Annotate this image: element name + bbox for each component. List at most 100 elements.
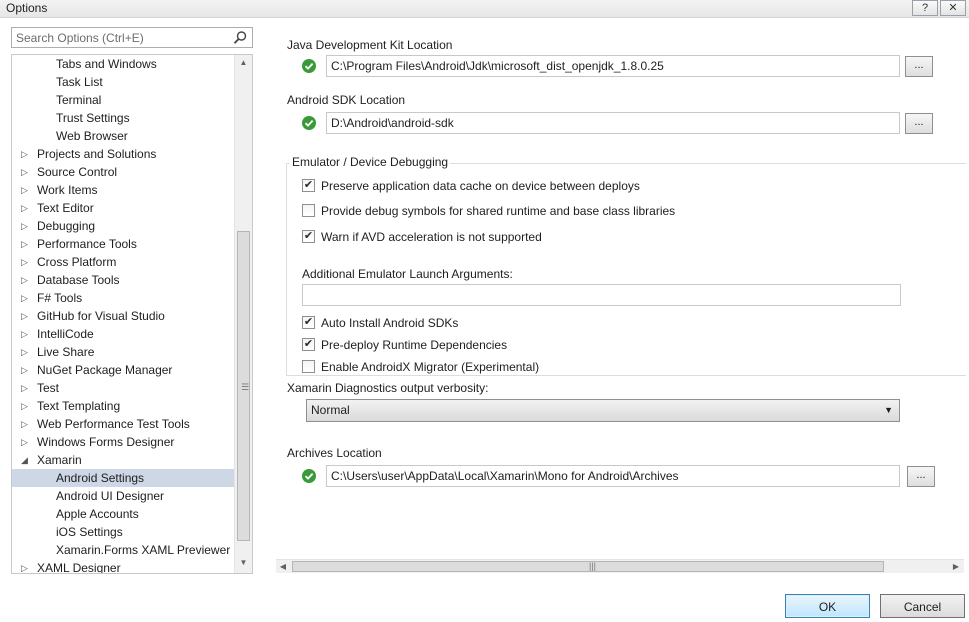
tree-item-label: GitHub for Visual Studio [37,309,165,323]
tree-item[interactable]: ◢ Xamarin [12,451,234,469]
collapsed-arrow-icon[interactable]: ▷ [21,289,31,307]
tree-item-label: Xamarin.Forms XAML Previewer [56,543,231,557]
options-tree: Tabs and Windows Task List Terminal Trust S… [11,54,253,574]
tree-item[interactable]: Task List [12,73,234,91]
collapsed-arrow-icon[interactable]: ▷ [21,343,31,361]
collapsed-arrow-icon[interactable]: ▷ [21,307,31,325]
window-title: Options [6,1,48,15]
tree-item-label: Web Browser [56,129,128,143]
tree-item[interactable]: ▷ F# Tools [12,289,234,307]
scroll-left-icon[interactable]: ◀ [276,560,290,573]
collapsed-arrow-icon[interactable]: ▷ [21,271,31,289]
tree-item-label: Android Settings [56,471,145,485]
tree-item[interactable]: ▷ XAML Designer [12,559,234,574]
tree-item[interactable]: ▷ IntelliCode [12,325,234,343]
collapsed-arrow-icon[interactable]: ▷ [21,199,31,217]
predeploy-runtime-checkbox[interactable]: ✔ [302,338,315,351]
tree-item[interactable]: ▷ Database Tools [12,271,234,289]
jdk-browse-button[interactable]: ... [905,56,933,77]
tree-item[interactable]: ▷ NuGet Package Manager [12,361,234,379]
tree-item[interactable]: Android Settings [12,469,234,487]
collapsed-arrow-icon[interactable]: ▷ [21,433,31,451]
tree-item[interactable]: ▷ Web Performance Test Tools [12,415,234,433]
tree-item[interactable]: Tabs and Windows [12,55,234,73]
tree-item-label: Projects and Solutions [37,147,157,161]
collapsed-arrow-icon[interactable]: ▷ [21,559,31,573]
collapsed-arrow-icon[interactable]: ▷ [21,235,31,253]
tree-item-label: Xamarin [37,453,82,467]
collapsed-arrow-icon[interactable]: ▷ [21,325,31,343]
collapsed-arrow-icon[interactable]: ▷ [21,379,31,397]
tree-item-label: Tabs and Windows [56,57,157,71]
archives-browse-button[interactable]: ... [907,466,935,487]
checkbox-label: Preserve application data cache on devic… [321,179,640,193]
collapsed-arrow-icon[interactable]: ▷ [21,397,31,415]
tree-item-label: Cross Platform [37,255,117,269]
collapsed-arrow-icon[interactable]: ▷ [21,361,31,379]
tree-item[interactable]: Android UI Designer [12,487,234,505]
cancel-button[interactable]: Cancel [880,594,965,618]
tree-item[interactable]: ▷ Text Templating [12,397,234,415]
tree-item-label: Source Control [37,165,118,179]
ok-button[interactable]: OK [785,594,870,618]
collapsed-arrow-icon[interactable]: ▷ [21,253,31,271]
scroll-right-icon[interactable]: ▶ [949,560,963,573]
content-horizontal-scrollbar[interactable]: ◀ ||| ▶ [276,559,964,573]
search-input[interactable] [12,28,226,47]
tree-item[interactable]: ▷ Windows Forms Designer [12,433,234,451]
search-icon[interactable] [232,30,248,46]
collapsed-arrow-icon[interactable]: ▷ [21,415,31,433]
tree-item[interactable]: ▷ Performance Tools [12,235,234,253]
valid-check-icon [302,59,316,73]
tree-item[interactable]: ▷ GitHub for Visual Studio [12,307,234,325]
expanded-arrow-icon[interactable]: ◢ [21,451,31,469]
emulator-group-title: Emulator / Device Debugging [290,155,451,169]
collapsed-arrow-icon[interactable]: ▷ [21,145,31,163]
scroll-up-icon[interactable]: ▲ [235,55,252,71]
tree-item[interactable]: ▷ Work Items [12,181,234,199]
scroll-thumb[interactable]: ☰ [237,231,250,541]
scroll-thumb[interactable]: ||| [292,561,884,572]
tree-item[interactable]: ▷ Projects and Solutions [12,145,234,163]
help-button[interactable]: ? [912,0,938,16]
androidx-migrator-checkbox[interactable] [302,360,315,373]
archives-path-field[interactable]: C:\Users\user\AppData\Local\Xamarin\Mono… [326,465,900,487]
scroll-down-icon[interactable]: ▼ [235,555,252,571]
tree-item[interactable]: ▷ Cross Platform [12,253,234,271]
tree-item[interactable]: ▷ Test [12,379,234,397]
sdk-path-field[interactable]: D:\Android\android-sdk [326,112,900,134]
tree-item-label: Windows Forms Designer [37,435,175,449]
diagnostics-verbosity-select[interactable]: Normal ▼ [306,399,900,422]
tree-item-label: F# Tools [37,291,83,305]
tree-item[interactable]: Web Browser [12,127,234,145]
tree-item-label: Text Templating [37,399,121,413]
tree-item[interactable]: Apple Accounts [12,505,234,523]
preserve-cache-checkbox[interactable]: ✔ [302,179,315,192]
tree-item-label: Test [37,381,60,395]
tree-item[interactable]: ▷ Live Share [12,343,234,361]
debug-symbols-checkbox[interactable] [302,204,315,217]
collapsed-arrow-icon[interactable]: ▷ [21,163,31,181]
warn-avd-checkbox[interactable]: ✔ [302,230,315,243]
jdk-location-label: Java Development Kit Location [287,38,453,52]
emulator-args-input[interactable] [302,284,901,306]
auto-install-sdks-checkbox[interactable]: ✔ [302,316,315,329]
tree-item[interactable]: ▷ Debugging [12,217,234,235]
tree-item-label: XAML Designer [37,561,121,574]
jdk-path-field[interactable]: C:\Program Files\Android\Jdk\microsoft_d… [326,55,900,77]
collapsed-arrow-icon[interactable]: ▷ [21,181,31,199]
tree-item[interactable]: ▷ Source Control [12,163,234,181]
select-value: Normal [311,403,350,417]
collapsed-arrow-icon[interactable]: ▷ [21,217,31,235]
close-button[interactable]: ✕ [940,0,966,16]
tree-vertical-scrollbar[interactable]: ▲ ☰ ▼ [234,55,252,573]
tree-item-label: Live Share [37,345,95,359]
tree-item[interactable]: ▷ Text Editor [12,199,234,217]
tree-item[interactable]: Xamarin.Forms XAML Previewer [12,541,234,559]
tree-item[interactable]: iOS Settings [12,523,234,541]
tree-item[interactable]: Trust Settings [12,109,234,127]
sdk-browse-button[interactable]: ... [905,113,933,134]
checkbox-label: Auto Install Android SDKs [321,316,459,330]
tree-item[interactable]: Terminal [12,91,234,109]
tree-item-label: iOS Settings [56,525,123,539]
